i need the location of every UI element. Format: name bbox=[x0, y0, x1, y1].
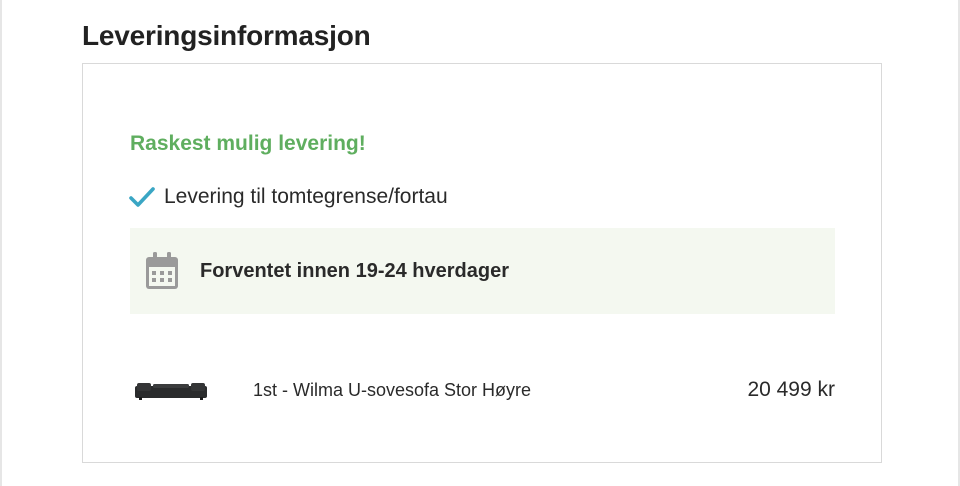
sofa-thumbnail bbox=[135, 380, 207, 400]
product-name: 1st - Wilma U-sovesofa Stor Høyre bbox=[253, 380, 532, 400]
delivery-estimate-label: Forventet innen 19-24 hverdager bbox=[200, 259, 509, 282]
product-price: 20 499 kr bbox=[747, 378, 835, 401]
delivery-info-card: Raskest mulig levering! Levering til tom… bbox=[82, 63, 882, 463]
delivery-feature: Levering til tomtegrense/fortau bbox=[129, 185, 448, 209]
order-line-item: 1st - Wilma U-sovesofa Stor Høyre 20 499… bbox=[130, 364, 835, 416]
calendar-icon bbox=[144, 251, 180, 291]
check-icon bbox=[129, 185, 155, 209]
page: Leveringsinformasjon Raskest mulig lever… bbox=[0, 0, 960, 486]
section-title: Leveringsinformasjon bbox=[82, 20, 371, 51]
delivery-headline: Raskest mulig levering! bbox=[130, 132, 366, 155]
delivery-estimate-box: Forventet innen 19-24 hverdager bbox=[130, 228, 835, 314]
delivery-feature-label: Levering til tomtegrense/fortau bbox=[164, 185, 448, 208]
